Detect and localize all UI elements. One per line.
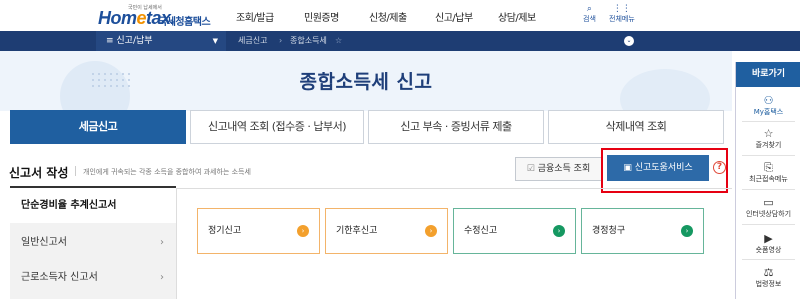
section-description: 개인에게 귀속되는 각종 소득을 종합하여 과세하는 소득세 [83,168,251,176]
tab-deleted[interactable]: 삭제내역 조회 [548,110,724,144]
arrow-right-icon: › [425,225,437,237]
chevron-right-icon: › [160,272,164,283]
section-divider [75,166,76,176]
tab-history[interactable]: 신고내역 조회 (접수증 · 납부서) [190,110,364,144]
regular-report-card[interactable]: 정기신고 › [197,208,320,254]
section-title: 신고서 작성 [9,166,69,180]
location-bar: ≡ 신고/납부 ▼ 세금신고 › 종합소득세 ☆ ⌄ [0,31,800,51]
play-icon: ▶ [764,232,773,245]
gnb-item-apply[interactable]: 신청/제출 [369,9,407,24]
menu-dropdown[interactable]: ≡ 신고/납부 ▼ [96,31,226,51]
arrow-right-icon: › [681,225,693,237]
financial-income-button[interactable]: ☑ 금융소득 조회 [515,157,602,181]
gnb-item-certificate[interactable]: 민원증명 [304,9,339,24]
star-icon: ☆ [763,127,774,140]
highlight-box [601,148,728,193]
search-icon: ⌕ [586,4,592,14]
gnb-item-inquiry[interactable]: 조회/발급 [236,9,274,24]
quick-online-consult[interactable]: ▭ 인터넷상담하기 [736,196,800,219]
tab-tax-report[interactable]: 세금신고 [10,110,186,144]
breadcrumb-tax-report[interactable]: 세금신고 [238,31,267,51]
menu-item-general[interactable]: 일반신고서 › [10,225,176,260]
quick-my-hometax[interactable]: ⚇ My홈택스 [736,94,800,117]
menu-item-earned-income[interactable]: 근로소득자 신고서 › [10,260,176,295]
quick-short-video[interactable]: ▶ 숏폼영상 [736,232,800,255]
correction-claim-card[interactable]: 경정청구 › [581,208,704,254]
hometax-logo[interactable]: 국민이 납세에서 Hometax. 국세청홈택스 [98,4,238,28]
late-report-card[interactable]: 기한후신고 › [325,208,448,254]
logo-korean: 국세청홈택스 [158,17,211,28]
quick-links-title: 바로가기 [736,62,800,87]
breadcrumb-income-tax[interactable]: 종합소득세 [290,31,327,51]
star-icon[interactable]: ☆ [335,31,342,51]
all-menu-button[interactable]: ⋮⋮ 전체메뉴 [609,4,635,24]
gavel-icon: ⚖ [763,266,774,279]
gnb-item-consult[interactable]: 상담/제보 [498,9,536,24]
quick-recent-menu[interactable]: ⎘ 최근접속메뉴 [736,161,800,184]
checkbox-icon: ☑ [526,164,535,174]
page-title: 종합소득세 신고 [299,71,433,93]
amended-report-card[interactable]: 수정신고 › [453,208,576,254]
arrow-right-icon: › [297,225,309,237]
monitor-icon: ▭ [763,196,774,209]
history-icon: ⎘ [764,161,773,174]
chevron-right-icon: › [160,237,164,248]
page-banner: 종합소득세 신고 [0,51,732,111]
tab-attachments[interactable]: 신고 부속 · 증빙서류 제출 [368,110,544,144]
quick-favorites[interactable]: ☆ 즐겨찾기 [736,127,800,150]
grid-icon: ⋮⋮ [612,4,631,14]
gnb-item-report[interactable]: 신고/납부 [435,9,473,24]
caret-down-icon: ▼ [212,37,218,45]
site-header: 국민이 납세에서 Hometax. 국세청홈택스 조회/발급 민원증명 신청/제… [0,0,800,31]
quick-links-panel: 바로가기 ⚇ My홈택스 ☆ 즐겨찾기 ⎘ 최근접속메뉴 ▭ 인터넷상담하기 ▶… [735,62,800,299]
person-icon: ⚇ [763,94,774,107]
breadcrumb-sep-icon: › [279,36,283,45]
quick-law-info[interactable]: ⚖ 법령정보 [736,266,800,289]
search-button[interactable]: ⌕ 검색 [583,4,596,24]
chevron-down-icon[interactable]: ⌄ [624,36,634,46]
form-type-menu: 단순경비율 추계신고서 일반신고서 › 근로소득자 신고서 › [10,186,190,299]
menu-item-simple-expense[interactable]: 단순경비율 추계신고서 [10,188,190,223]
arrow-right-icon: › [553,225,565,237]
